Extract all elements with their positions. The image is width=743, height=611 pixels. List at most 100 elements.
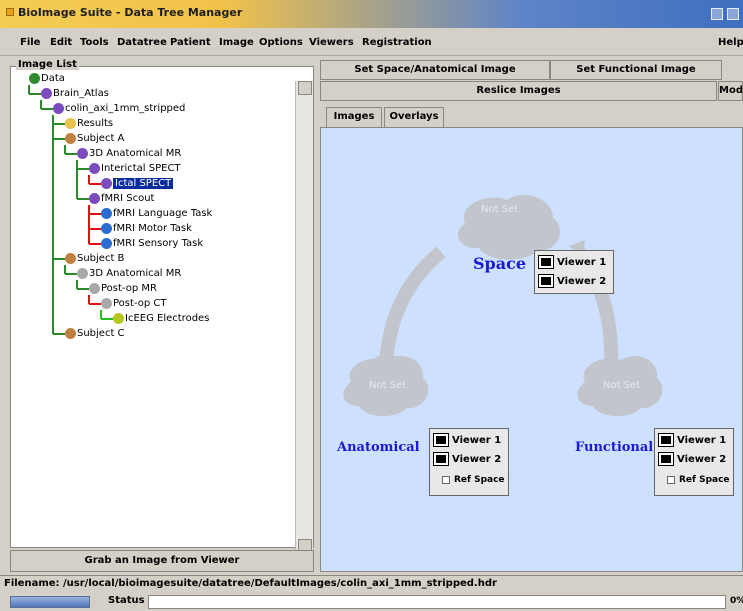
menu-datatree[interactable]: Datatree [117, 37, 167, 48]
tree-node-label: Post-op MR [101, 283, 157, 294]
tree-node-icon [101, 238, 112, 249]
menu-patient[interactable]: Patient [170, 37, 211, 48]
functional-viewer-box: Viewer 1 Viewer 2 Ref Space [654, 428, 734, 496]
minimize-icon[interactable] [711, 8, 723, 20]
tab-bar: Images Overlays [320, 103, 743, 127]
checkbox-icon [442, 475, 450, 484]
viewer-icon [433, 452, 449, 466]
filename-bar: Filename: /usr/local/bioimagesuite/datat… [0, 575, 743, 593]
viewer-icon [433, 433, 449, 447]
anatomical-ref-space[interactable]: Ref Space [442, 475, 505, 485]
progress-bar [10, 596, 90, 608]
tree-node-label: fMRI Sensory Task [113, 238, 204, 249]
status-bar: Status 0% [0, 593, 743, 611]
tree-node-icon [101, 298, 112, 309]
maximize-icon[interactable] [727, 8, 739, 20]
tree-node-label: Data [41, 73, 65, 84]
tree-node-icon [77, 148, 88, 159]
space-viewer2[interactable]: Viewer 2 [538, 273, 606, 291]
tree-node-label: Subject A [77, 133, 125, 144]
tree-node-icon [113, 313, 124, 324]
viewer-icon [538, 274, 554, 288]
functional-ref-space[interactable]: Ref Space [667, 475, 730, 485]
set-functional-button[interactable]: Set Functional Image [550, 60, 722, 80]
tree-node-label: 3D Anatomical MR [89, 148, 182, 159]
tree-node-icon [65, 328, 76, 339]
control-panel: Set Space/Anatomical Image Set Functiona… [316, 58, 743, 573]
tree-node-label: Brain_Atlas [53, 88, 109, 99]
title-bar: BioImage Suite - Data Tree Manager [0, 0, 743, 28]
menu-options[interactable]: Options [259, 37, 303, 48]
menu-image[interactable]: Image [219, 37, 254, 48]
tab-images[interactable]: Images [326, 107, 382, 127]
app-icon [6, 8, 14, 16]
app-window: BioImage Suite - Data Tree Manager File … [0, 0, 743, 611]
functional-label: Functional [575, 440, 654, 455]
viewer-icon [658, 433, 674, 447]
viewer-icon [538, 255, 554, 269]
tree-node-icon [89, 193, 100, 204]
tree-node-icon [65, 133, 76, 144]
tree-node-icon [65, 253, 76, 264]
image-diagram: Not Set Not Set Not Set Space Viewer 1 V… [320, 127, 743, 572]
tree-node-icon [89, 283, 100, 294]
anatomical-viewer1[interactable]: Viewer 1 [433, 432, 501, 450]
tree-node-label: Subject B [77, 253, 125, 264]
tree-node-icon [41, 88, 52, 99]
tree-node-label: colin_axi_1mm_stripped [65, 103, 186, 114]
tree-node-label: Results [77, 118, 114, 129]
tree-node-icon [89, 163, 100, 174]
menu-bar: File Edit Tools Datatree Patient Image O… [0, 28, 743, 56]
functional-not-set: Not Set [603, 380, 641, 391]
tree-node-label: fMRI Motor Task [113, 223, 192, 234]
tree-node-label: Post-op CT [113, 298, 167, 309]
functional-viewer2[interactable]: Viewer 2 [658, 451, 726, 469]
image-list-frame: Data Brain_Atlas colin_axi_1mm_stripped Res… [10, 66, 314, 553]
menu-registration[interactable]: Registration [362, 37, 432, 48]
tree-node-icon [65, 118, 76, 129]
space-viewer1[interactable]: Viewer 1 [538, 254, 606, 272]
functional-viewer1[interactable]: Viewer 1 [658, 432, 726, 450]
reslice-button[interactable]: Reslice Images [320, 81, 717, 101]
scroll-up-icon[interactable] [298, 81, 312, 95]
tree-node-label: 3D Anatomical MR [89, 268, 182, 279]
arrow-space-to-anatomical [379, 246, 446, 364]
anatomical-viewer-box: Viewer 1 Viewer 2 Ref Space [429, 428, 509, 496]
vertical-scrollbar[interactable] [295, 81, 313, 553]
tree-node-icon [29, 73, 40, 84]
menu-tools[interactable]: Tools [80, 37, 109, 48]
mode-button[interactable]: Mode [718, 81, 743, 101]
tree-node-label: IcEEG Electrodes [125, 313, 210, 324]
tree-node-label: Subject C [77, 328, 125, 339]
image-list-label: Image List [16, 59, 79, 70]
tree-node-label: fMRI Language Task [113, 208, 213, 219]
tree-node-icon [101, 208, 112, 219]
viewer-icon [658, 452, 674, 466]
menu-viewers[interactable]: Viewers [309, 37, 354, 48]
space-label: Space [473, 254, 527, 273]
status-percent: 0% [730, 596, 743, 606]
set-space-button[interactable]: Set Space/Anatomical Image [320, 60, 550, 80]
tab-overlays[interactable]: Overlays [384, 107, 444, 127]
menu-help[interactable]: Help [718, 37, 743, 48]
image-list-panel: Data Brain_Atlas colin_axi_1mm_stripped Res… [6, 58, 314, 573]
anatomical-not-set: Not Set [369, 380, 407, 391]
status-field [148, 595, 726, 609]
image-tree: Data Brain_Atlas colin_axi_1mm_stripped Res… [11, 67, 281, 547]
tree-node-icon [101, 223, 112, 234]
status-label: Status [108, 595, 145, 606]
space-not-set: Not Set [481, 204, 519, 215]
menu-file[interactable]: File [20, 37, 40, 48]
anatomical-label: Anatomical [337, 440, 420, 455]
tree-node-label: fMRI Scout [101, 193, 155, 204]
tree-node-icon [53, 103, 64, 114]
checkbox-icon [667, 475, 675, 484]
window-title: BioImage Suite - Data Tree Manager [18, 6, 243, 19]
diagram-graphics [343, 194, 663, 417]
tree-node-icon [101, 178, 112, 189]
grab-image-button[interactable]: Grab an Image from Viewer [10, 550, 314, 572]
anatomical-viewer2[interactable]: Viewer 2 [433, 451, 501, 469]
tree-node-label: Ictal SPECT [113, 178, 174, 189]
tree-node-label: Interictal SPECT [101, 163, 181, 174]
menu-edit[interactable]: Edit [50, 37, 72, 48]
